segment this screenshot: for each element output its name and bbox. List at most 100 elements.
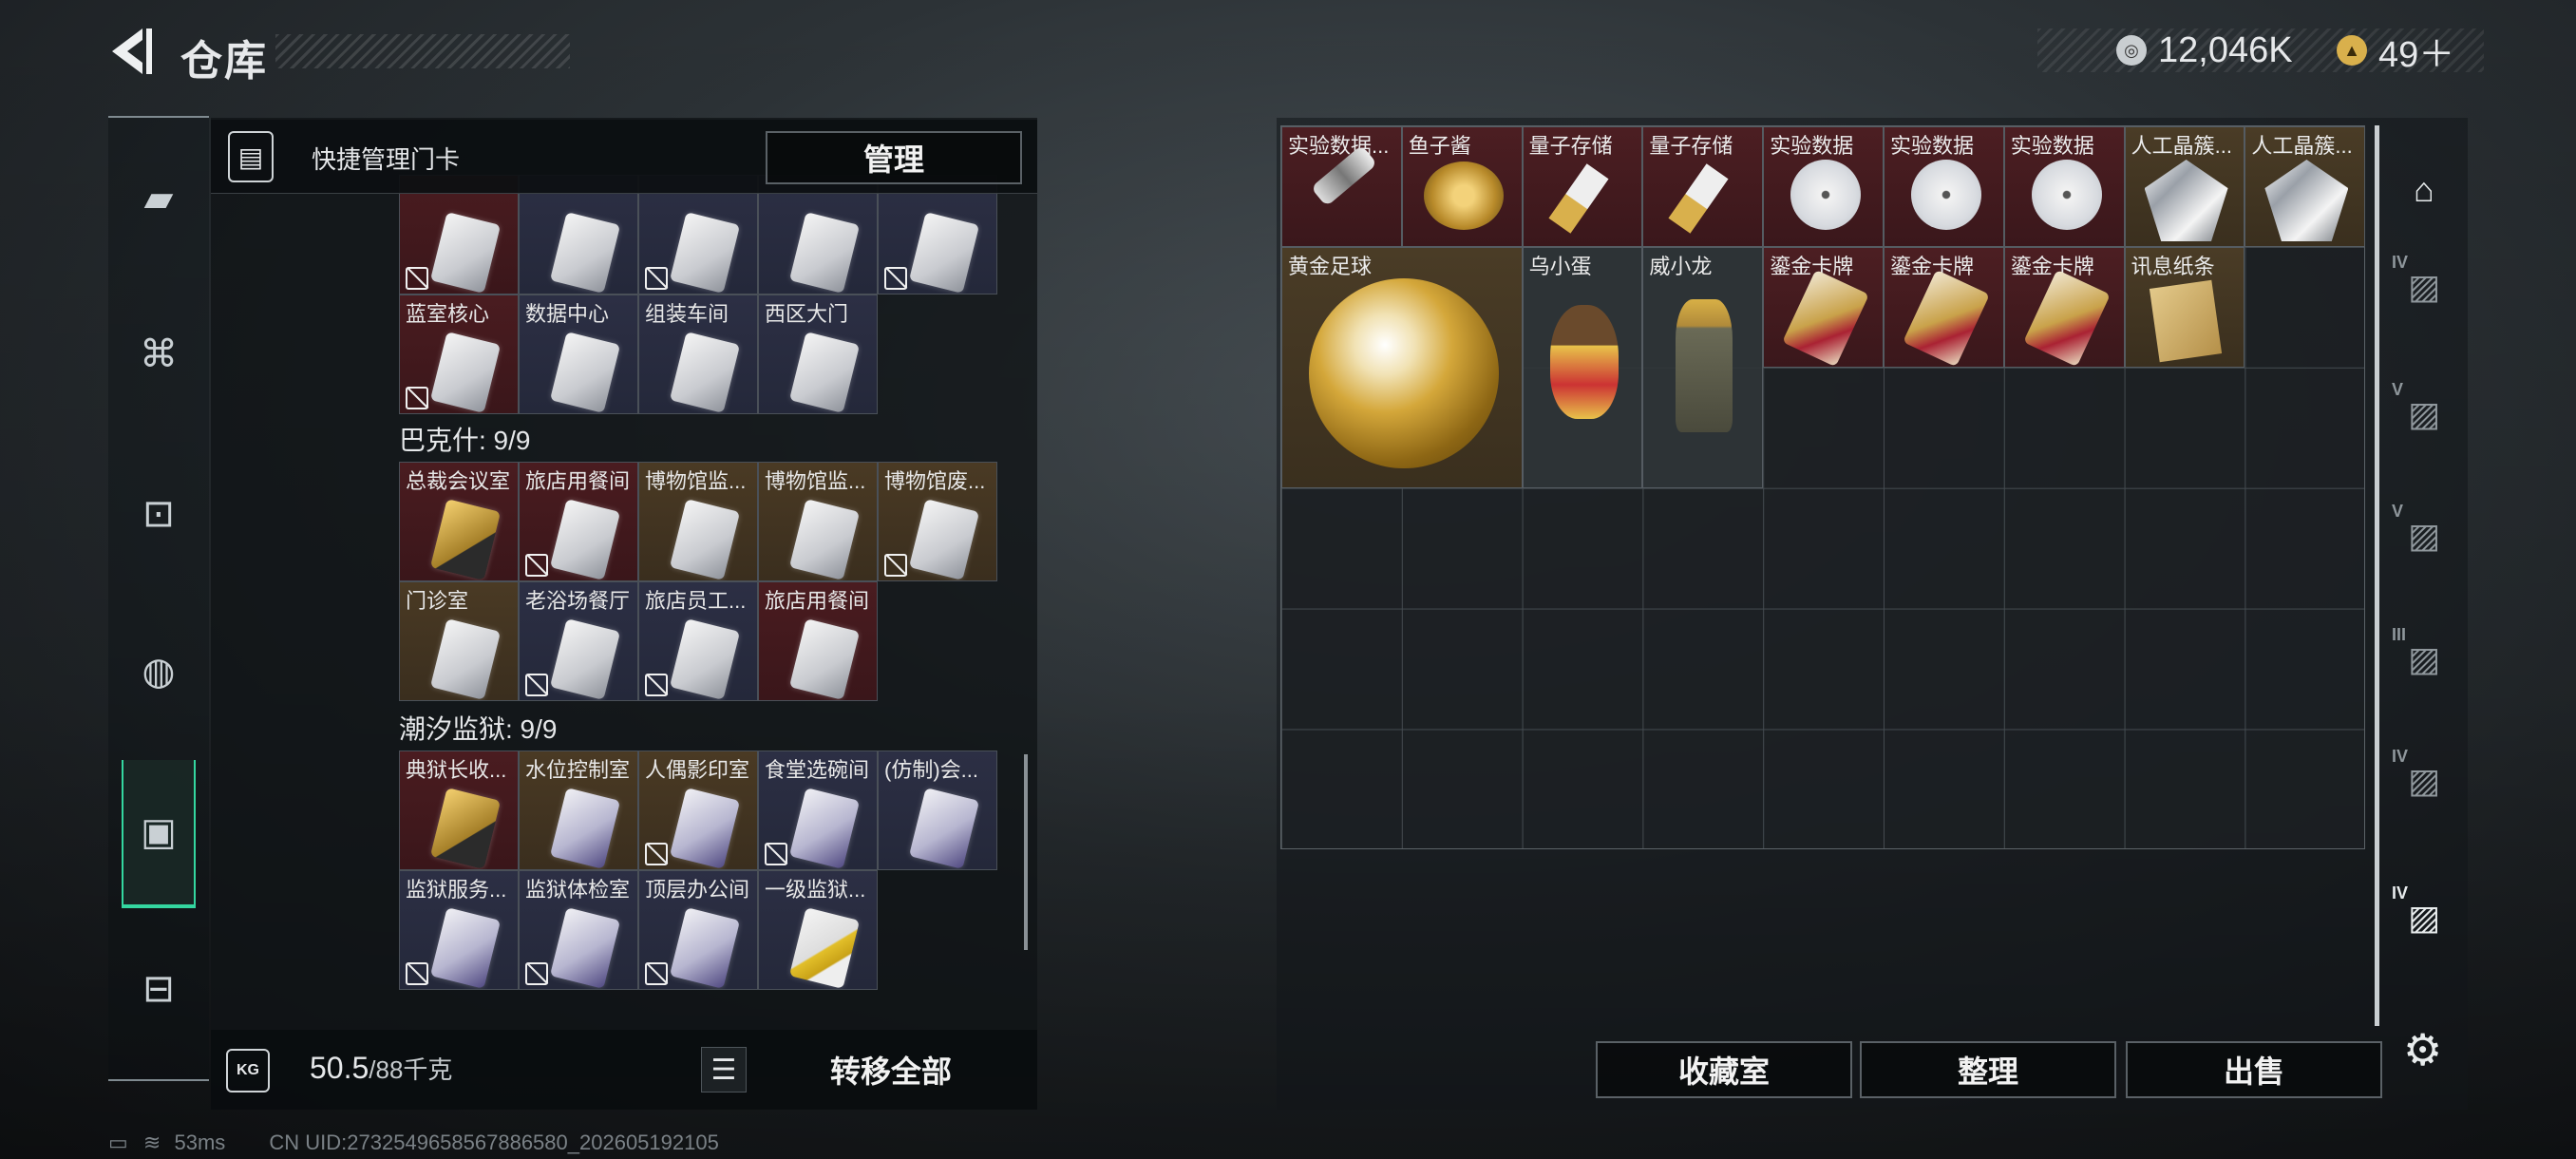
keycard-slot[interactable]: 博物馆废... <box>878 462 997 581</box>
stash-item-name: 实验数据 <box>1890 134 1975 158</box>
container-tab[interactable]: IV ▨ <box>2386 880 2462 956</box>
stash-item[interactable]: 威小龙 <box>1642 246 1764 488</box>
keycard-scrollbar[interactable] <box>1024 754 1028 950</box>
stash-item-name: 鱼子酱 <box>1408 134 1471 158</box>
sell-button[interactable]: 出售 <box>2126 1041 2382 1098</box>
stash-item-name: 实验数据 <box>2010 134 2094 158</box>
keycard-icon <box>669 332 741 413</box>
gear-icon[interactable]: ⚙ <box>2403 1024 2442 1075</box>
keycard-icon <box>549 788 621 869</box>
category-nav: ▰ ⌘ ⊡ ◍ ▣ ⊟ <box>108 116 209 1081</box>
keycard-icon <box>429 212 502 294</box>
stash-item-name: 量子存储 <box>1528 134 1613 158</box>
nav-armor[interactable]: ⌘ <box>122 317 196 391</box>
keycard-slot[interactable]: 旅店员工... <box>638 581 758 701</box>
stash-item[interactable]: 量子存储 <box>1522 126 1643 247</box>
section-title-prison: 潮汐监狱: 9/9 <box>399 714 558 744</box>
stash-item[interactable]: 实验数据 <box>1763 126 1884 247</box>
keycard-slot[interactable]: 旅店用餐间 <box>519 462 638 581</box>
keycard-slot[interactable]: 西区大门 <box>758 294 878 414</box>
stash-item-name: 讯息纸条 <box>2131 254 2215 278</box>
keycard-name: 蓝室核心 <box>406 302 490 326</box>
stash-item[interactable]: 讯息纸条 <box>2124 246 2245 368</box>
stash-item[interactable]: 实验数据 <box>1884 126 2004 247</box>
unlinked-icon <box>525 674 548 696</box>
container-tab[interactable]: III ▨ <box>2386 621 2462 697</box>
safe-icon: ⌂ <box>2414 170 2434 209</box>
unlinked-icon <box>406 267 428 290</box>
top-bar: 仓库 ◎ 12,046K ▲ 49＋ <box>0 0 2576 104</box>
unlinked-icon <box>884 554 907 577</box>
case-iv3-icon: ▨ <box>2407 898 2440 937</box>
keycard-slot[interactable]: 老浴场餐厅 <box>519 581 638 701</box>
weight-current: 50.5 <box>310 1051 369 1085</box>
armor-vest-icon: ⌘ <box>140 333 178 375</box>
keycard-icon <box>549 618 621 700</box>
keycard-icon <box>429 788 502 869</box>
nav-keycards[interactable]: ▣ <box>122 760 196 908</box>
unlinked-icon <box>645 962 668 985</box>
keycard-icon <box>788 618 861 700</box>
tab-level: IV <box>2392 884 2409 902</box>
keycard-name: 人偶影印室 <box>645 758 750 782</box>
container-tab[interactable]: ⌂ <box>2386 152 2462 228</box>
keycard-slot[interactable]: 旅店用餐间 <box>758 581 878 701</box>
keycard-name: 门诊室 <box>406 589 469 613</box>
keycard-slot[interactable]: 组装车间 <box>638 294 758 414</box>
status-bar: ▭ ≋ 53ms CN UID:2732549658567886580_2026… <box>108 1130 719 1155</box>
ping-text: 53ms <box>174 1130 226 1154</box>
stash-item[interactable]: 人工晶簇... <box>2124 126 2245 247</box>
stash-item[interactable]: 实验数据 <box>2003 126 2125 247</box>
nav-tools[interactable]: ⊟ <box>122 952 196 1026</box>
manage-button[interactable]: 管理 <box>766 131 1022 184</box>
keycard-slot[interactable]: 总裁会议室 <box>399 462 519 581</box>
keycard-icon <box>429 618 502 700</box>
keycard-slot[interactable]: 监狱服务... <box>399 870 519 990</box>
transfer-all-button[interactable]: 转移全部 <box>760 1036 1022 1104</box>
gold-currency[interactable]: ▲ 49＋ <box>2337 28 2454 75</box>
keycard-icon <box>549 907 621 989</box>
list-view-icon[interactable]: ☰ <box>701 1047 747 1092</box>
stash-item[interactable]: 乌小蛋 <box>1522 246 1643 488</box>
stash-item[interactable]: 鎏金卡牌 <box>1763 246 1884 368</box>
keycard-slot[interactable]: 典狱长收... <box>399 750 519 870</box>
container-tab[interactable]: IV ▨ <box>2386 249 2462 325</box>
stash-item[interactable]: 黄金足球 <box>1281 246 1523 488</box>
keycard-slot[interactable]: 数据中心 <box>519 294 638 414</box>
unlinked-icon <box>525 962 548 985</box>
unlinked-icon <box>645 674 668 696</box>
container-tab[interactable]: V ▨ <box>2386 498 2462 574</box>
stash-scrollbar[interactable] <box>2375 125 2379 1026</box>
keycard-icon <box>908 499 980 580</box>
container-tab[interactable]: IV ▨ <box>2386 743 2462 819</box>
container-tab[interactable]: V ▨ <box>2386 376 2462 452</box>
keycard-slot[interactable]: 博物馆监... <box>758 462 878 581</box>
collection-room-button[interactable]: 收藏室 <box>1596 1041 1852 1098</box>
container-tabs: ⌂ IV ▨ V ▨ V ▨ III ▨ IV ▨ IV ▨ <box>2386 152 2462 978</box>
keycard-slot[interactable]: 一级监狱... <box>758 870 878 990</box>
stash-item[interactable]: 鎏金卡牌 <box>1884 246 2004 368</box>
nav-backpack[interactable]: ⊡ <box>122 477 196 551</box>
backpack-icon: ⊡ <box>142 493 175 535</box>
keycard-slot[interactable]: 门诊室 <box>399 581 519 701</box>
keycard-slot[interactable]: 顶层办公间 <box>638 870 758 990</box>
nav-weapons[interactable]: ▰ <box>122 162 196 236</box>
organize-button[interactable]: 整理 <box>1860 1041 2116 1098</box>
stash-item[interactable]: 鎏金卡牌 <box>2003 246 2125 368</box>
keycard-slot[interactable]: 水位控制室 <box>519 750 638 870</box>
keycard-slot[interactable]: 博物馆监... <box>638 462 758 581</box>
keycard-name: 西区大门 <box>765 302 849 326</box>
back-arrow-icon[interactable] <box>104 25 154 78</box>
stash-item[interactable]: 量子存储 <box>1642 126 1764 247</box>
keycard-slot[interactable]: 监狱体检室 <box>519 870 638 990</box>
stash-item[interactable]: 鱼子酱 <box>1401 126 1523 247</box>
stash-item[interactable]: 实验数据... <box>1281 126 1402 247</box>
nav-bag[interactable]: ◍ <box>122 635 196 709</box>
stash-item[interactable]: 人工晶簇... <box>2245 126 2366 247</box>
keycard-slot[interactable]: (仿制)会... <box>878 750 997 870</box>
keycard-slot[interactable]: 蓝室核心 <box>399 294 519 414</box>
keycard-slot[interactable]: 食堂选碗间 <box>758 750 878 870</box>
keycard-slot[interactable]: 人偶影印室 <box>638 750 758 870</box>
card-grid-prison: 典狱长收... 水位控制室 人偶影印室 食堂选碗间 (仿制)会... 监狱服务... 监狱体… <box>399 750 997 990</box>
keycard-name: 旅店用餐间 <box>525 469 631 493</box>
